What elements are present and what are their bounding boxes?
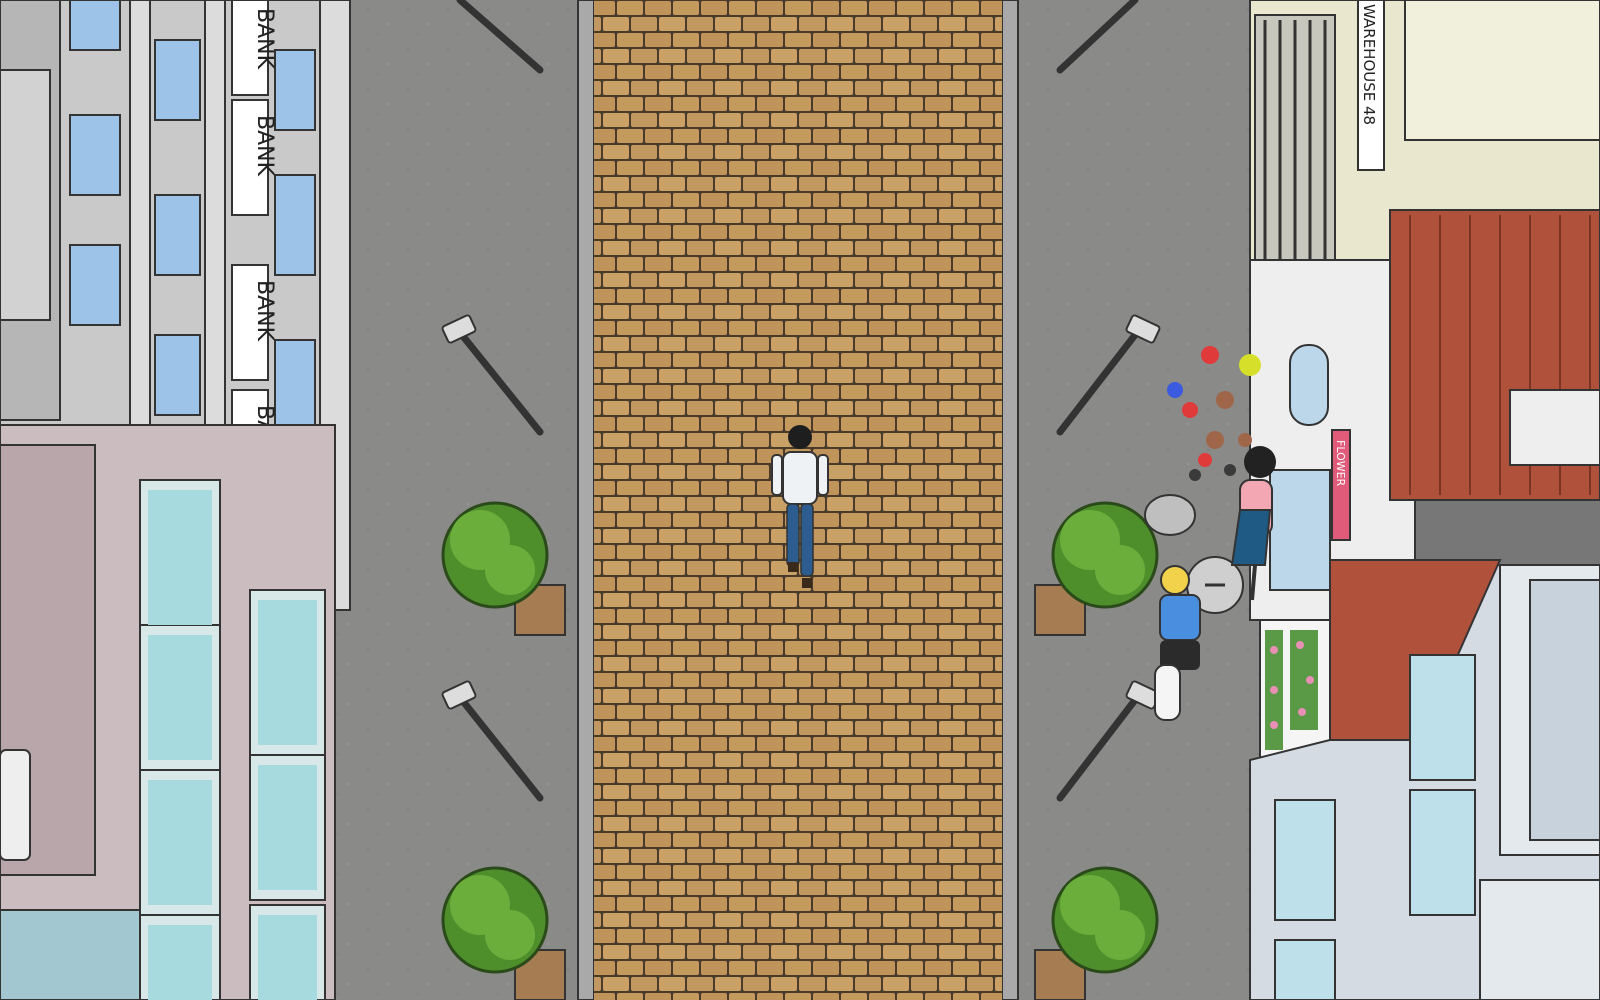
bank-sign-2: BANK (252, 115, 277, 177)
left-curb (577, 0, 595, 1000)
left-sidewalk (330, 0, 585, 1000)
pink-building (0, 424, 336, 1000)
phone-device (0, 749, 31, 861)
right-sidewalk (1015, 0, 1270, 1000)
warehouse-sign: WAREHOUSE 48 (1360, 4, 1378, 125)
street-scene: BANK BANK BANK BANK (0, 0, 1600, 1000)
round-window (1289, 344, 1329, 426)
right-curb (1001, 0, 1019, 1000)
flower-shop-sign-text: FLOWER (1334, 440, 1347, 487)
bank-sign-1: BANK (252, 8, 277, 70)
bank-sign-3: BANK (252, 280, 277, 342)
chimney (1509, 389, 1600, 466)
scene-svg: BANK BANK BANK BANK (0, 0, 1600, 1000)
